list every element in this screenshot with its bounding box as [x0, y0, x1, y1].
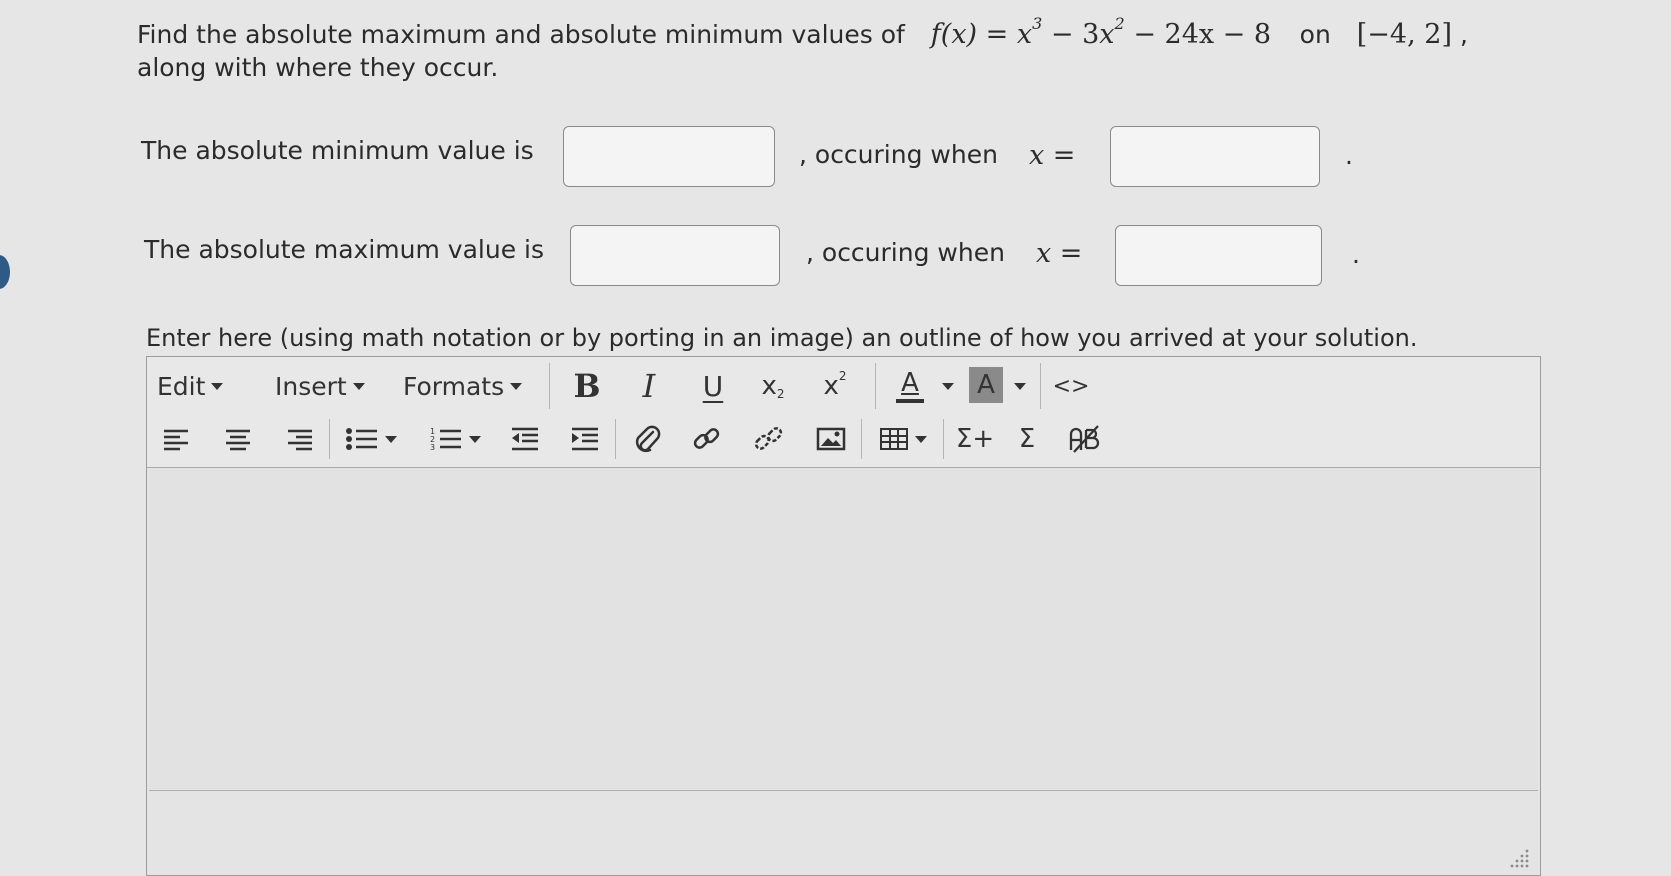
question-line-1: Find the absolute maximum and absolute m… — [137, 14, 1468, 50]
bullet-list-icon — [346, 428, 377, 450]
function-expression: f(x) = x3 − 3x2 − 24x − 8 — [930, 14, 1272, 50]
outdent-button[interactable] — [505, 419, 545, 459]
unlink-button[interactable] — [749, 419, 789, 459]
chevron-down-icon — [211, 382, 224, 390]
minimum-x-input[interactable] — [1110, 126, 1320, 187]
minimum-value-input[interactable] — [563, 126, 775, 187]
minimum-x-eq: x = — [1029, 140, 1076, 171]
spellcheck-icon — [1069, 425, 1100, 453]
superscript-button[interactable]: x2 — [815, 363, 855, 409]
editor-toolbar: Edit Insert Formats B I U x2 x2 A A <> 1… — [147, 357, 1540, 468]
editor-content-area[interactable] — [149, 469, 1538, 789]
background-color-button[interactable]: A — [969, 367, 1003, 403]
toolbar-divider — [329, 419, 330, 459]
link-icon — [693, 428, 720, 449]
source-code-button[interactable]: <> — [1050, 363, 1092, 409]
chevron-down-icon — [915, 435, 927, 443]
maximum-value-input[interactable] — [570, 225, 780, 286]
align-left-icon — [164, 429, 188, 451]
table-button[interactable] — [873, 419, 933, 459]
on-word: on — [1299, 20, 1331, 49]
chevron-down-icon — [510, 382, 523, 390]
equation-editor-button[interactable]: Σ+ — [953, 419, 997, 459]
toolbar-divider — [615, 419, 616, 459]
chevron-down-icon — [385, 435, 397, 443]
chevron-down-icon — [1014, 382, 1026, 390]
chevron-down-icon — [469, 435, 481, 443]
svg-text:3: 3 — [430, 443, 435, 452]
font-color-swatch — [896, 399, 924, 403]
page-edge-marker — [0, 255, 10, 289]
question-text: Find the absolute maximum and absolute m… — [137, 20, 905, 49]
comma: , — [1459, 20, 1468, 49]
sum-button[interactable]: Σ — [1009, 419, 1045, 459]
italic-button[interactable]: I — [629, 363, 669, 409]
indent-button[interactable] — [565, 419, 605, 459]
edit-menu[interactable]: Edit — [157, 363, 224, 409]
chevron-down-icon — [942, 382, 954, 390]
image-icon — [816, 427, 846, 451]
editor-statusbar — [149, 790, 1538, 875]
maximum-x-eq: x = — [1036, 238, 1083, 269]
font-color-button[interactable]: A — [889, 363, 931, 409]
maximum-x-input[interactable] — [1115, 225, 1322, 286]
resize-handle-icon[interactable] — [1508, 847, 1530, 869]
align-right-button[interactable] — [281, 419, 319, 459]
question-line-2: along with where they occur. — [137, 53, 499, 82]
image-button[interactable] — [811, 419, 851, 459]
rich-text-editor: Edit Insert Formats B I U x2 x2 A A <> 1… — [146, 356, 1541, 876]
maximum-occurs-text: , occuring when — [806, 238, 1005, 267]
align-left-button[interactable] — [157, 419, 195, 459]
toolbar-divider — [1040, 363, 1041, 409]
toolbar-divider — [549, 363, 550, 409]
subscript-button[interactable]: x2 — [753, 363, 793, 409]
chevron-down-icon — [352, 382, 365, 390]
minimum-label: The absolute minimum value is — [141, 136, 534, 165]
table-icon — [880, 428, 908, 450]
font-color-dropdown[interactable] — [933, 363, 957, 409]
background-color-dropdown[interactable] — [1005, 363, 1029, 409]
formats-menu[interactable]: Formats — [403, 363, 523, 409]
numbered-list-icon: 123 — [430, 427, 461, 452]
interval: [−4, 2] — [1356, 19, 1452, 50]
minimum-period: . — [1345, 141, 1353, 170]
unlink-icon — [754, 427, 783, 450]
bold-button[interactable]: B — [567, 363, 607, 409]
toolbar-divider — [861, 419, 862, 459]
attachment-button[interactable] — [627, 419, 667, 459]
toolbar-divider — [943, 419, 944, 459]
outdent-icon — [512, 427, 538, 451]
align-center-button[interactable] — [219, 419, 257, 459]
bullet-list-button[interactable] — [341, 419, 401, 459]
minimum-occurs-text: , occuring when — [799, 140, 998, 169]
maximum-period: . — [1352, 240, 1360, 269]
align-center-icon — [226, 429, 250, 451]
align-right-icon — [288, 429, 312, 451]
link-button[interactable] — [687, 419, 727, 459]
spellcheck-button[interactable] — [1063, 419, 1105, 459]
editor-instruction: Enter here (using math notation or by po… — [146, 324, 1418, 352]
indent-icon — [572, 427, 598, 451]
numbered-list-button[interactable]: 123 — [425, 419, 485, 459]
maximum-label: The absolute maximum value is — [144, 235, 544, 264]
insert-menu[interactable]: Insert — [275, 363, 365, 409]
underline-button[interactable]: U — [695, 363, 731, 409]
toolbar-divider — [875, 363, 876, 409]
attachment-icon — [635, 425, 661, 453]
